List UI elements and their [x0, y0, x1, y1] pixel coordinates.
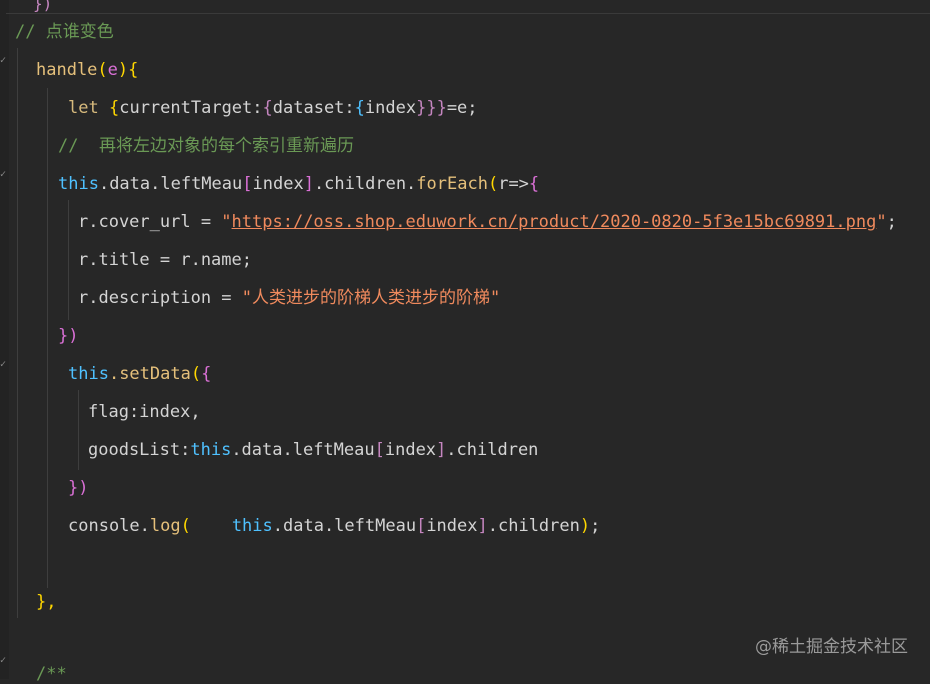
code-line-flag: flag:index,	[88, 402, 201, 422]
brace: {	[354, 98, 365, 118]
bracket: ]	[436, 440, 447, 460]
token: r.description =	[78, 288, 242, 308]
code-line-comment: // 再将左边对象的每个索引重新遍历	[58, 136, 354, 156]
indent-guide	[68, 200, 69, 320]
token: r.cover_url =	[78, 212, 222, 232]
editor-gutter	[0, 0, 9, 679]
code-line-doc-comment: /**	[36, 664, 67, 684]
bracket: [	[374, 440, 385, 460]
token: ;	[886, 212, 897, 232]
fold-chevron-icon[interactable]: ✓	[0, 360, 6, 370]
paren: )	[117, 60, 129, 80]
quote: "	[221, 212, 232, 232]
paren: (	[190, 364, 202, 384]
token: index	[384, 440, 437, 460]
fold-chevron-icon[interactable]: ✓	[0, 56, 6, 66]
token: .data.leftMeau	[231, 440, 375, 460]
bracket: ]	[477, 516, 488, 536]
brace: }}}	[416, 98, 447, 118]
token: .data.leftMeau	[98, 174, 243, 194]
fold-chevron-icon[interactable]: ✓	[0, 170, 6, 180]
token: .data.leftMeau	[272, 516, 417, 536]
code-line-foreach: this.data.leftMeau[index].children.forEa…	[58, 174, 539, 194]
brace: {	[128, 60, 139, 80]
this-keyword: this	[190, 440, 232, 460]
token: =e;	[446, 98, 478, 118]
token: currentTarget:	[119, 98, 263, 118]
brace: {	[262, 98, 273, 118]
token: goodsList:	[88, 440, 191, 460]
indent-guide	[47, 88, 48, 588]
paren: )	[579, 516, 591, 536]
bracket: [	[416, 516, 427, 536]
quote: "	[876, 212, 887, 232]
paren: (	[180, 516, 191, 536]
this-keyword: this	[231, 516, 273, 536]
code-line-title: r.title = r.name;	[78, 250, 252, 270]
code-line-goodslist: goodsList:this.data.leftMeau[index].chil…	[88, 440, 538, 460]
this-keyword: this	[58, 174, 99, 194]
indent-guide	[78, 390, 79, 470]
function-name: handle	[36, 60, 98, 80]
code-line-close: },	[36, 592, 57, 612]
string-literal: "人类进步的阶梯人类进步的阶梯"	[241, 288, 501, 308]
token: ;	[590, 516, 601, 536]
brace: {	[108, 98, 120, 118]
token: console.	[68, 516, 150, 536]
paren: (	[487, 174, 499, 194]
token: .children.	[313, 174, 417, 194]
url-link[interactable]: https://oss.shop.eduwork.cn/product/2020…	[232, 212, 877, 232]
editor-top-border	[6, 13, 930, 14]
bracket: [	[242, 174, 253, 194]
code-line-setdata: this.setData({	[68, 364, 211, 384]
indent-guide	[17, 48, 18, 618]
fold-chevron-icon[interactable]: ✓	[0, 656, 6, 666]
token: index	[252, 174, 304, 194]
code-line-close: })	[68, 478, 89, 498]
param: e	[107, 60, 118, 80]
token: .children	[446, 440, 539, 460]
code-line-description: r.description = "人类进步的阶梯人类进步的阶梯"	[78, 288, 500, 308]
brace: {	[201, 364, 212, 384]
token: r=>	[498, 174, 529, 194]
keyword: let	[68, 98, 99, 118]
code-line-console: console.log( this.data.leftMeau[index].c…	[68, 516, 600, 536]
bracket: ]	[303, 174, 314, 194]
code-line-cover-url: r.cover_url = "https://oss.shop.eduwork.…	[78, 212, 897, 232]
code-line-handle: handle(e){	[36, 60, 138, 80]
method-name: log	[149, 516, 181, 536]
watermark: @稀土掘金技术社区	[755, 637, 908, 657]
brace: {	[528, 174, 540, 194]
token: dataset:	[272, 98, 355, 118]
method-name: .setData	[108, 364, 191, 384]
paren: (	[97, 60, 108, 80]
code-fragment-top: })	[33, 0, 53, 13]
code-line-comment: // 点谁变色	[15, 22, 114, 42]
code-line-close: })	[58, 326, 79, 346]
token: index	[364, 98, 417, 118]
method-name: forEach	[416, 174, 488, 194]
code-line-let: let {currentTarget:{dataset:{index}}}=e;	[68, 98, 478, 118]
token: index	[426, 516, 478, 536]
this-keyword: this	[68, 364, 109, 384]
token: .children	[487, 516, 580, 536]
